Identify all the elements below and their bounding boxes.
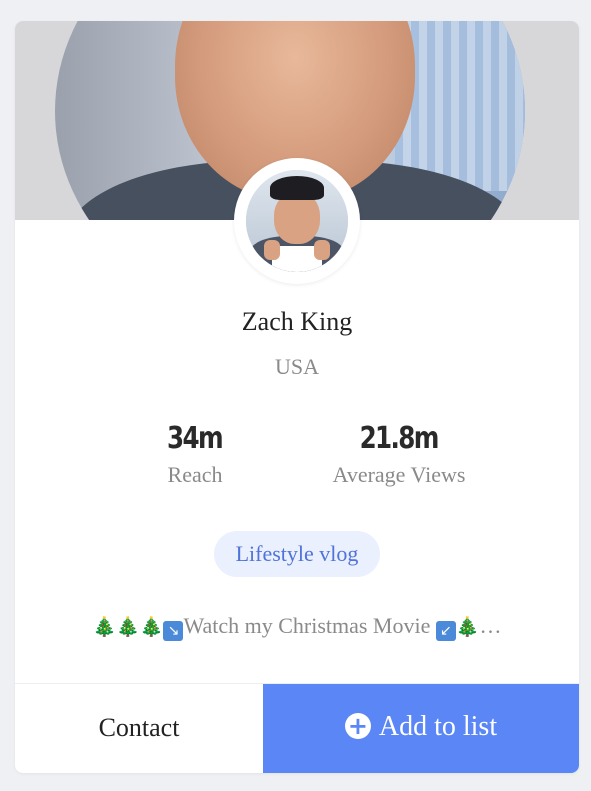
plus-circle-icon: +	[344, 713, 371, 739]
stat-label: Reach	[167, 462, 223, 487]
christmas-tree-icon: 🎄	[139, 616, 164, 638]
stat-value: 21.8m	[359, 421, 440, 456]
avatar[interactable]	[234, 158, 360, 284]
category-tag[interactable]: Lifestyle vlog	[214, 531, 380, 577]
influencer-card: Zach King USA 34m Reach 21.8m Average Vi…	[15, 21, 579, 773]
bio-ellipsis: …	[479, 613, 502, 638]
add-to-list-label: Add to list	[378, 711, 498, 742]
stat-value: 34m	[167, 421, 225, 456]
christmas-tree-icon: 🎄	[116, 616, 140, 638]
profile-name: Zach King	[241, 307, 353, 336]
stat-average-views: 21.8m Average Views	[289, 421, 509, 488]
arrow-down-left-icon: ↙	[435, 621, 456, 641]
contact-button[interactable]: Contact	[15, 684, 263, 773]
christmas-tree-icon: 🎄	[92, 616, 117, 638]
arrow-down-right-icon: ↘	[163, 621, 184, 641]
christmas-tree-icon: 🎄	[455, 616, 480, 638]
avatar-photo	[246, 170, 348, 272]
add-to-list-button[interactable]: + Add to list	[263, 684, 579, 773]
stat-reach: 34m Reach	[85, 421, 305, 488]
profile-country: USA	[274, 354, 319, 379]
bio-message: Watch my Christmas Movie	[183, 613, 431, 638]
stat-label: Average Views	[332, 462, 466, 487]
card-footer: Contact + Add to list	[15, 683, 579, 773]
bio-text: 🎄🎄🎄 ↘ Watch my Christmas Movie ↙ 🎄…	[15, 613, 579, 641]
